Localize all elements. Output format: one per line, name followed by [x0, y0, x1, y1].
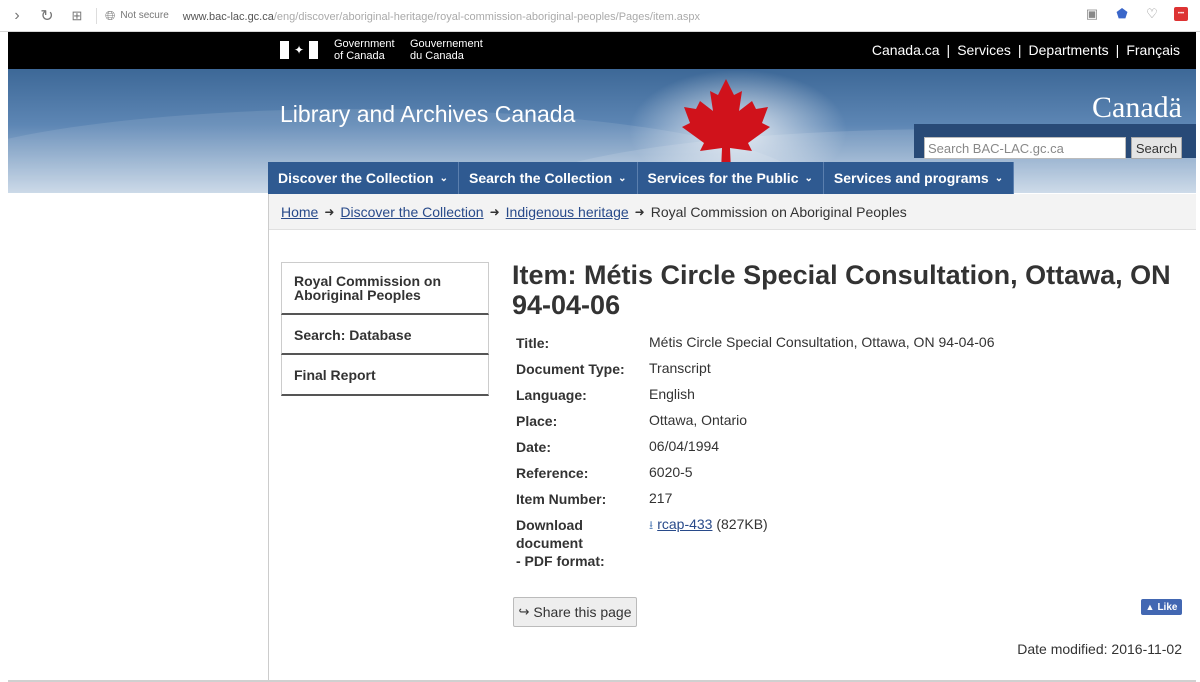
- fip-links: Canada.ca | Services | Departments | Fra…: [872, 42, 1180, 58]
- thumbs-up-icon: ▲: [1145, 602, 1155, 612]
- security-status[interactable]: Not secure: [120, 10, 168, 21]
- chevron-down-icon: ⌄: [439, 172, 448, 184]
- apps-grid-icon[interactable]: ⊞: [66, 5, 88, 27]
- arrow-right-icon: ➜: [489, 204, 500, 219]
- arrow-right-icon: ➜: [634, 204, 645, 219]
- detail-value: 6020-5: [649, 464, 693, 480]
- chevron-down-icon: ⌄: [804, 172, 813, 184]
- federal-identity-bar: ✦ Government of Canada Gouvernement du C…: [8, 32, 1196, 69]
- camera-icon[interactable]: ▣: [1084, 6, 1100, 22]
- browser-toolbar: › ↻ ⊞ 🌐︎ Not secure www.bac-lac.gc.ca/en…: [0, 0, 1200, 32]
- services-link[interactable]: Services: [957, 42, 1011, 58]
- francais-link[interactable]: Français: [1126, 42, 1180, 58]
- link-separator: |: [946, 42, 951, 58]
- secondary-nav: Royal Commission on Aboriginal Peoples S…: [281, 262, 489, 396]
- site-title[interactable]: Library and Archives Canada: [280, 101, 575, 128]
- breadcrumb-home[interactable]: Home: [281, 204, 318, 220]
- detail-label: Download document - PDF format:: [516, 516, 644, 570]
- gov-fr-line2: du Canada: [410, 50, 464, 62]
- menu-label: Search the Collection: [468, 170, 613, 186]
- detail-value: Ottawa, Ontario: [649, 412, 748, 428]
- link-separator: |: [1115, 42, 1120, 58]
- page-title: Item: Métis Circle Special Consultation,…: [512, 260, 1171, 320]
- heart-icon[interactable]: ♡: [1144, 6, 1160, 22]
- menu-label: Discover the Collection: [278, 170, 434, 186]
- departments-link[interactable]: Departments: [1029, 42, 1109, 58]
- date-modified-value: 2016-11-02: [1111, 641, 1182, 657]
- detail-label: Language:: [516, 387, 587, 403]
- address-bar[interactable]: www.bac-lac.gc.ca/eng/discover/aborigina…: [183, 9, 700, 23]
- detail-value: Métis Circle Special Consultation, Ottaw…: [649, 334, 995, 350]
- gov-fr-line1: Gouvernement: [410, 38, 483, 50]
- detail-value: 217: [649, 490, 673, 506]
- site-search-input[interactable]: [924, 137, 1126, 159]
- download-size: (827KB): [716, 516, 768, 532]
- breadcrumb-current: Royal Commission on Aboriginal Peoples: [650, 203, 907, 220]
- government-of-canada-link[interactable]: Government of Canada: [334, 38, 395, 62]
- breadcrumb: Home ➜ Discover the Collection ➜ Indigen…: [269, 194, 1196, 230]
- link-separator: |: [1017, 42, 1022, 58]
- share-icon: ↪: [518, 604, 530, 619]
- secnav-item-rcap[interactable]: Royal Commission on Aboriginal Peoples: [281, 263, 489, 315]
- reload-icon[interactable]: ↻: [36, 5, 58, 27]
- download-label-line1: Download document: [516, 517, 583, 551]
- toolbar-right-icons: ▣ ⬟ ♡ •••: [1084, 6, 1188, 22]
- menu-discover-collection[interactable]: Discover the Collection ⌄: [268, 162, 459, 194]
- facebook-like-button[interactable]: ▲ Like: [1141, 599, 1182, 615]
- main-menu: Discover the Collection ⌄ Search the Coll…: [268, 162, 1015, 194]
- detail-label: Document Type:: [516, 361, 625, 377]
- date-modified-label: Date modified:: [1017, 641, 1108, 657]
- download-icon: ⭳: [649, 518, 654, 532]
- secnav-item-search-database[interactable]: Search: Database: [281, 315, 489, 355]
- secnav-label-line2: Aboriginal Peoples: [294, 287, 421, 303]
- arrow-right-icon: ➜: [324, 204, 335, 219]
- like-label: Like: [1157, 601, 1178, 613]
- forward-icon[interactable]: ›: [6, 5, 28, 27]
- download-label-line2: - PDF format:: [516, 553, 605, 569]
- extension-icon[interactable]: •••: [1174, 7, 1188, 21]
- gov-en-line2: of Canada: [334, 50, 385, 62]
- detail-label: Item Number:: [516, 491, 607, 507]
- secnav-item-final-report[interactable]: Final Report: [281, 355, 489, 396]
- detail-label: Place:: [516, 413, 558, 429]
- url-path: /eng/discover/aboriginal-heritage/royal-…: [273, 10, 701, 23]
- menu-label: Services and programs: [833, 170, 989, 186]
- breadcrumb-discover[interactable]: Discover the Collection: [340, 204, 483, 220]
- canada-ca-link[interactable]: Canada.ca: [872, 42, 940, 58]
- chevron-down-icon: ⌄: [618, 172, 627, 184]
- download-pdf-link[interactable]: rcap-433: [657, 516, 712, 532]
- menu-services-programs[interactable]: Services and programs ⌄: [824, 162, 1015, 194]
- detail-label: Date:: [516, 439, 552, 455]
- gov-en-line1: Government: [334, 38, 395, 50]
- menu-services-public[interactable]: Services for the Public ⌄: [638, 162, 824, 194]
- breadcrumb-indigenous[interactable]: Indigenous heritage: [506, 204, 629, 220]
- detail-value: ⭳ rcap-433 (827KB): [649, 516, 768, 537]
- detail-value: English: [649, 386, 695, 402]
- canada-flag-icon[interactable]: ✦: [280, 41, 318, 59]
- share-page-button[interactable]: ↪ Share this page: [513, 597, 637, 627]
- detail-label: Reference:: [516, 465, 589, 481]
- date-modified: Date modified: 2016-11-02: [1017, 641, 1182, 657]
- canada-wordmark: Canadä: [1092, 91, 1182, 124]
- menu-label: Services for the Public: [647, 170, 799, 186]
- detail-label: Title:: [516, 335, 550, 351]
- detail-value: 06/04/1994: [649, 438, 720, 454]
- web-page: ✦ Government of Canada Gouvernement du C…: [8, 32, 1196, 682]
- shield-icon[interactable]: ⬟: [1114, 6, 1130, 22]
- toolbar-divider: [96, 7, 97, 24]
- detail-value: Transcript: [649, 360, 711, 376]
- globe-icon[interactable]: 🌐︎: [105, 8, 115, 24]
- url-domain: www.bac-lac.gc.ca: [182, 10, 274, 23]
- search-button[interactable]: Search: [1131, 137, 1182, 159]
- menu-search-collection[interactable]: Search the Collection ⌄: [459, 162, 638, 194]
- chevron-down-icon: ⌄: [994, 172, 1004, 184]
- gouvernement-du-canada-link[interactable]: Gouvernement du Canada: [410, 38, 483, 62]
- secnav-label-line1: Royal Commission on: [294, 273, 442, 289]
- maple-leaf-icon: [682, 79, 770, 171]
- share-label: Share this page: [533, 604, 632, 620]
